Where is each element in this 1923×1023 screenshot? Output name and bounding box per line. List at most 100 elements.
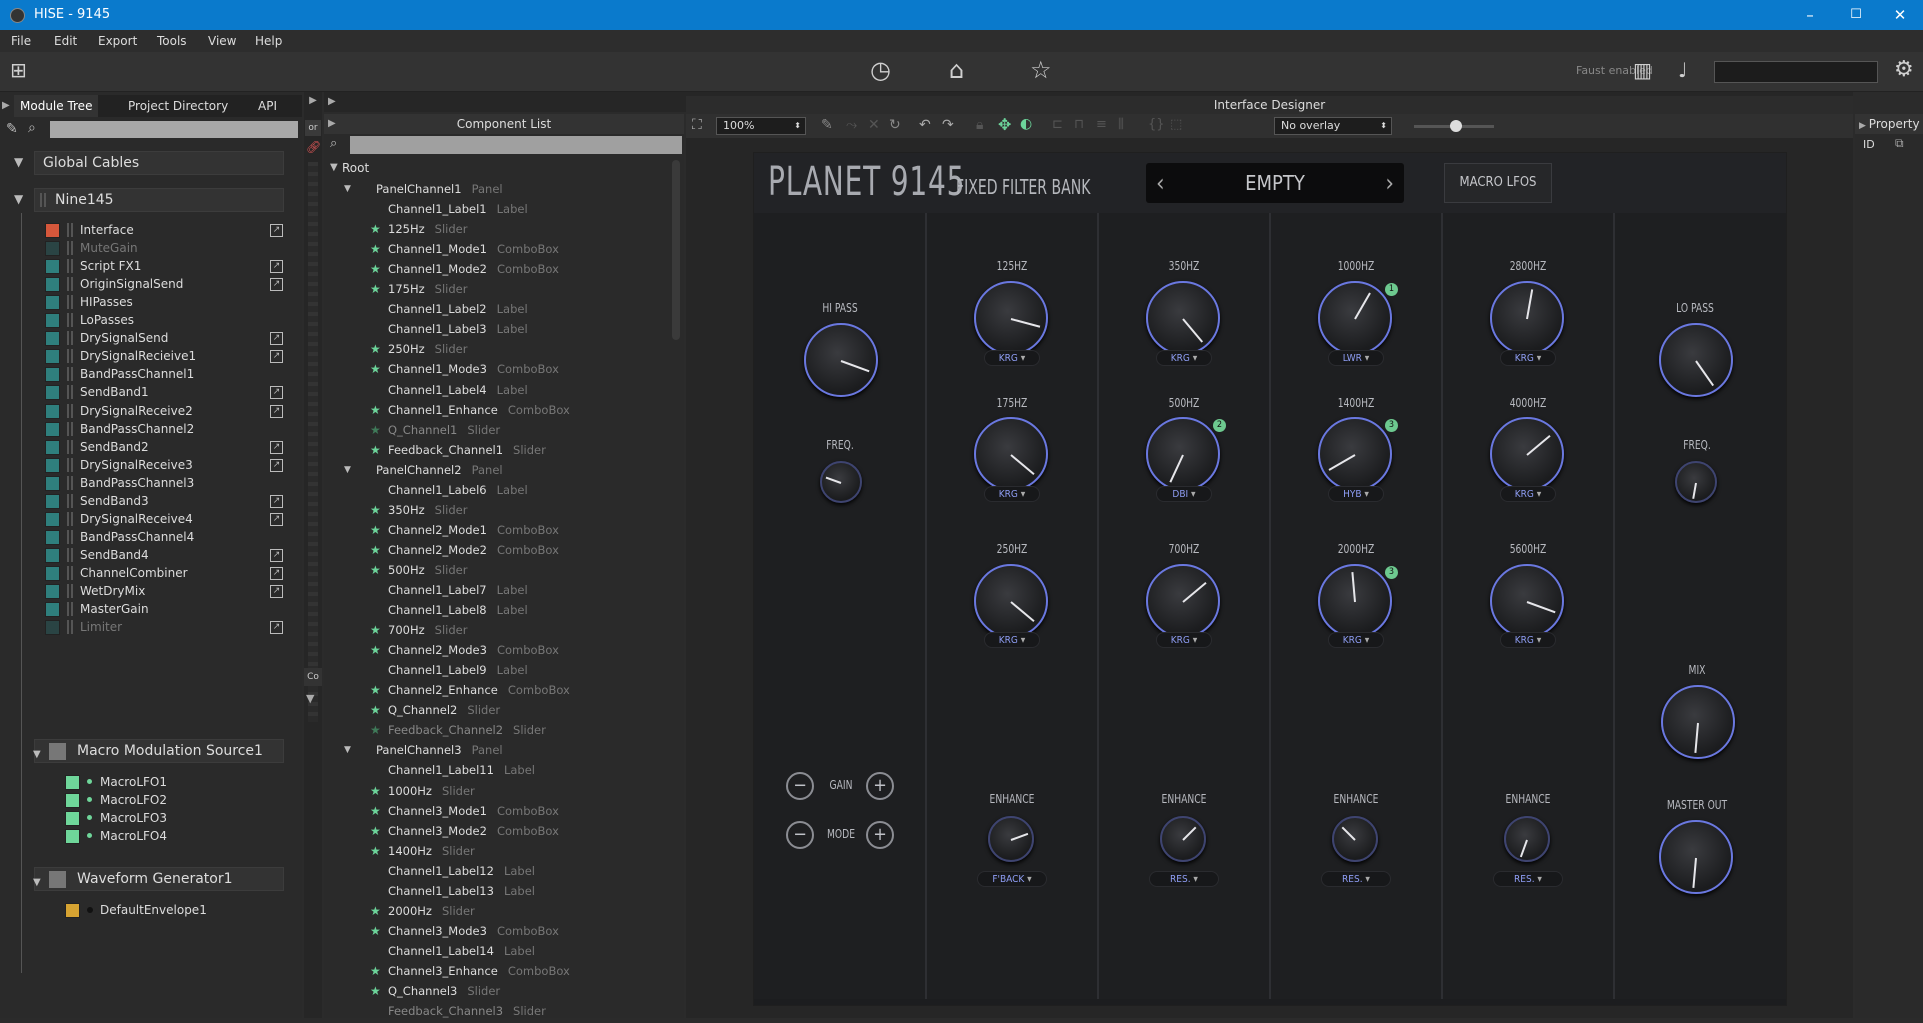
- enhance-knob[interactable]: [1332, 816, 1378, 862]
- minimize-button[interactable]: –: [1787, 0, 1833, 30]
- menu-edit[interactable]: Edit: [54, 34, 77, 48]
- band-mode-combo[interactable]: DBI ▾: [1156, 486, 1212, 502]
- star-icon[interactable]: ★: [370, 501, 381, 519]
- code-icon[interactable]: {}: [1148, 117, 1165, 132]
- rebuild-icon[interactable]: ↻: [889, 117, 901, 133]
- star-icon[interactable]: ★: [370, 922, 381, 940]
- module-row[interactable]: BandPassChannel3: [45, 474, 287, 492]
- component-row[interactable]: ★ Channel3_Enhance ComboBox: [366, 961, 660, 981]
- edit-icon[interactable]: ✎: [6, 121, 18, 137]
- open-editor-icon[interactable]: ↗: [270, 350, 283, 364]
- drag-handle-icon[interactable]: [67, 493, 73, 508]
- component-row[interactable]: ★ Channel2_Mode1 ComboBox: [366, 520, 660, 540]
- drag-handle-icon[interactable]: [67, 313, 73, 328]
- drag-handle-icon[interactable]: [67, 602, 73, 617]
- component-row[interactable]: ★ Feedback_Channel2 Slider: [366, 721, 660, 741]
- module-row[interactable]: WetDryMix ↗: [45, 582, 287, 600]
- star-icon[interactable]: ★: [370, 962, 381, 980]
- star-icon[interactable]: ★: [370, 401, 381, 419]
- module-row[interactable]: BandPassChannel1: [45, 365, 287, 383]
- component-row[interactable]: Channel1_Label12 Label: [366, 861, 660, 881]
- settings-gear-icon[interactable]: ⚙: [1894, 57, 1914, 82]
- enhance-mode-combo[interactable]: RES. ▾: [1493, 871, 1563, 887]
- band-mode-combo[interactable]: KRG ▾: [1500, 632, 1556, 648]
- hipass-freq-knob[interactable]: [820, 461, 862, 503]
- drag-handle-icon[interactable]: [67, 349, 73, 364]
- band-mode-combo[interactable]: LWR ▾: [1328, 350, 1384, 366]
- component-row[interactable]: ★ Q_Channel1 Slider: [366, 420, 660, 440]
- drag-handle-icon[interactable]: [67, 565, 73, 580]
- delete-icon[interactable]: ✕: [868, 117, 880, 133]
- copy-icon[interactable]: ⧉: [1895, 136, 1904, 151]
- collapse-arrow-icon[interactable]: ▼: [14, 155, 23, 169]
- star-icon[interactable]: ★: [370, 802, 381, 820]
- band-mode-combo[interactable]: KRG ▾: [984, 486, 1040, 502]
- component-panel-row[interactable]: ▼ PanelChannel3 Panel: [344, 741, 658, 761]
- menu-view[interactable]: View: [208, 34, 236, 48]
- band-mode-combo[interactable]: KRG ▾: [1500, 486, 1556, 502]
- band-gain-knob[interactable]: [1490, 281, 1564, 355]
- undo-icon[interactable]: ↶: [919, 117, 931, 133]
- star-icon[interactable]: ★: [370, 842, 381, 860]
- star-icon[interactable]: ★: [370, 541, 381, 559]
- open-editor-icon[interactable]: ↗: [270, 548, 283, 562]
- band-gain-knob[interactable]: [1490, 417, 1564, 491]
- distribute-v-icon[interactable]: ≡: [1096, 117, 1107, 132]
- component-row[interactable]: Channel1_Label4 Label: [366, 380, 660, 400]
- tab-project-directory[interactable]: Project Directory: [122, 95, 234, 117]
- home-icon[interactable]: ⌂: [949, 56, 964, 84]
- macro-source-header[interactable]: ▼ Macro Modulation Source1: [33, 739, 284, 763]
- mode-plus-button[interactable]: +: [866, 821, 894, 849]
- add-panel-icon[interactable]: ⊞: [10, 58, 27, 82]
- enhance-knob[interactable]: [988, 816, 1034, 862]
- component-row[interactable]: ★ 175Hz Slider: [366, 280, 660, 300]
- global-cables-header[interactable]: Global Cables: [34, 151, 284, 175]
- open-editor-icon[interactable]: ↗: [270, 458, 283, 472]
- component-row[interactable]: Channel1_Label2 Label: [366, 300, 660, 320]
- macro-lfos-button[interactable]: MACRO LFOS: [1444, 163, 1552, 203]
- component-row[interactable]: ★ 125Hz Slider: [366, 220, 660, 240]
- pencil-icon[interactable]: ✎: [821, 117, 833, 133]
- drag-handle-icon[interactable]: [67, 331, 73, 346]
- component-row[interactable]: Channel1_Label3 Label: [366, 320, 660, 340]
- open-editor-icon[interactable]: ↗: [270, 440, 283, 454]
- collapse-arrow-icon[interactable]: ▼: [330, 162, 338, 173]
- component-row[interactable]: ★ Channel1_Mode2 ComboBox: [366, 260, 660, 280]
- band-gain-knob[interactable]: [1318, 564, 1392, 638]
- star-icon[interactable]: ★: [370, 782, 381, 800]
- star-icon[interactable]: ★: [370, 360, 381, 378]
- link-icon[interactable]: 🔗︎: [306, 140, 321, 154]
- band-mode-combo[interactable]: KRG ▾: [984, 632, 1040, 648]
- component-row[interactable]: ★ 500Hz Slider: [366, 560, 660, 580]
- star-icon[interactable]: ★: [370, 260, 381, 278]
- panel-expand-icon[interactable]: ▶: [328, 96, 336, 107]
- lopass-freq-knob[interactable]: [1675, 461, 1717, 503]
- star-icon[interactable]: ★: [370, 521, 381, 539]
- module-row[interactable]: DrySignalReceive3 ↗: [45, 456, 287, 474]
- lfo-row[interactable]: MacroLFO1: [65, 773, 265, 791]
- drag-handle-icon[interactable]: [67, 584, 73, 598]
- module-row[interactable]: MasterGain: [45, 600, 287, 618]
- star-icon[interactable]: ★: [370, 340, 381, 358]
- hipass-knob[interactable]: [804, 323, 878, 397]
- component-row[interactable]: Channel1_Label13 Label: [366, 881, 660, 901]
- collapse-arrow-icon[interactable]: ▼: [306, 692, 314, 705]
- preset-browser[interactable]: ‹ EMPTY ›: [1146, 163, 1404, 203]
- component-row[interactable]: Channel1_Label1 Label: [366, 200, 660, 220]
- component-row[interactable]: Channel1_Label8 Label: [366, 601, 660, 621]
- module-row[interactable]: SendBand1 ↗: [45, 383, 287, 401]
- component-row[interactable]: ★ Feedback_Channel1 Slider: [366, 440, 660, 460]
- enhance-mode-combo[interactable]: RES. ▾: [1149, 871, 1219, 887]
- module-row[interactable]: Limiter ↗: [45, 618, 287, 636]
- close-button[interactable]: ✕: [1877, 0, 1923, 30]
- drag-handle-icon[interactable]: [67, 421, 73, 436]
- drag-handle-icon[interactable]: [67, 223, 73, 237]
- star-icon[interactable]: ★: [370, 561, 381, 579]
- toggle-icon[interactable]: ◐: [1020, 116, 1032, 132]
- component-row[interactable]: ★ Channel3_Mode2 ComboBox: [366, 821, 660, 841]
- module-row[interactable]: LoPasses: [45, 311, 287, 329]
- panel-expand-icon[interactable]: ▶: [304, 92, 322, 110]
- module-row[interactable]: BandPassChannel4: [45, 528, 287, 546]
- align-top-icon[interactable]: ⊓: [1074, 117, 1084, 132]
- module-row[interactable]: DrySignalRecieive1 ↗: [45, 347, 287, 365]
